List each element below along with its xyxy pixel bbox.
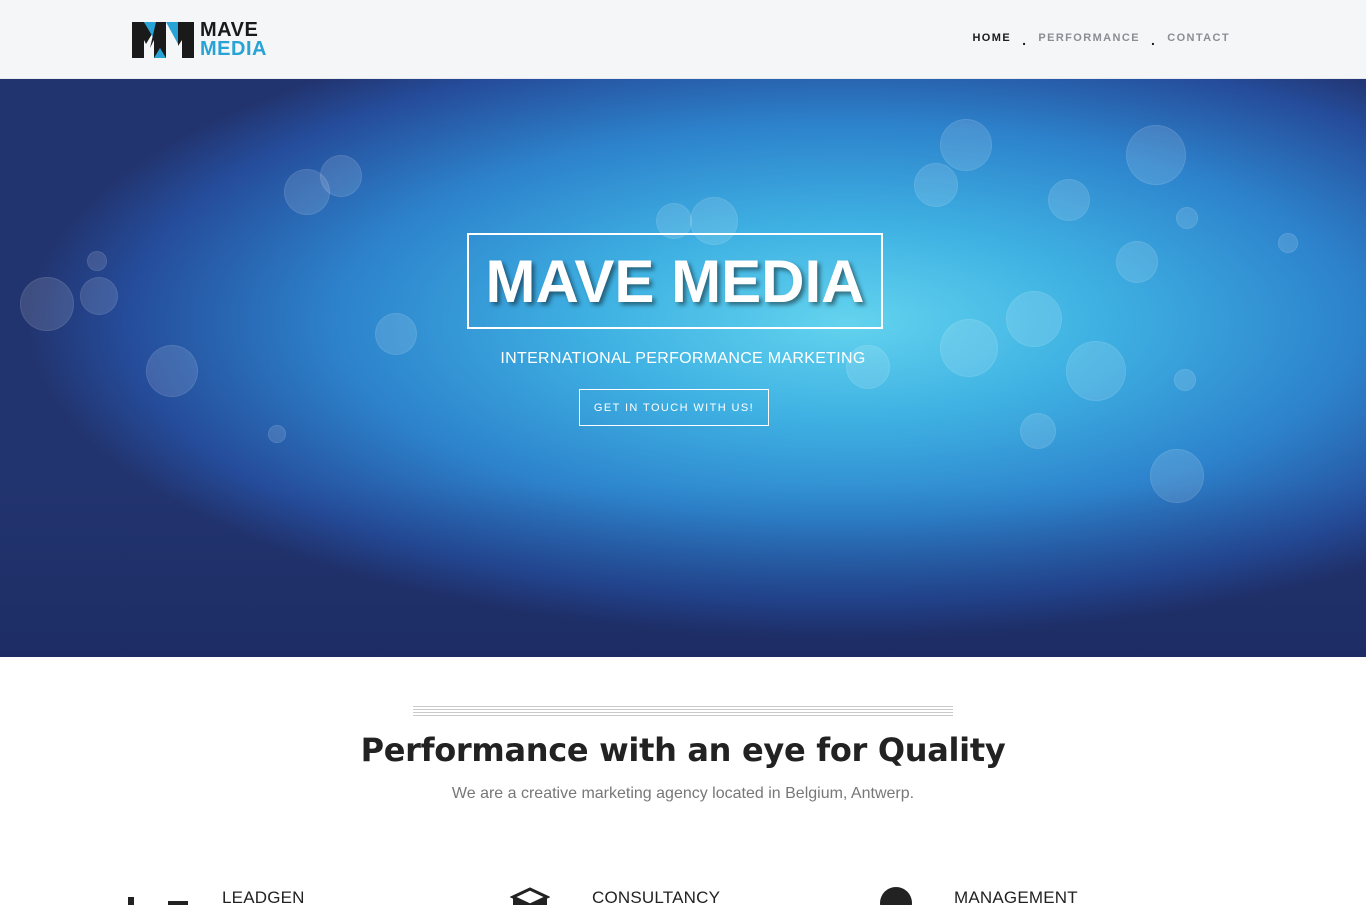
bokeh-decoration (1278, 233, 1298, 253)
chart-bars-icon (124, 885, 222, 905)
bokeh-decoration (914, 163, 958, 207)
circle-icon (878, 885, 954, 905)
site-header: MAVE MEDIA HOME . PERFORMANCE . CONTACT (0, 0, 1366, 79)
main-nav: HOME . PERFORMANCE . CONTACT (972, 31, 1230, 48)
logo[interactable]: MAVE MEDIA (132, 19, 272, 61)
bokeh-decoration (268, 425, 286, 443)
bokeh-decoration (940, 119, 992, 171)
bokeh-decoration (284, 169, 330, 215)
service-title: MANAGEMENT (954, 888, 1078, 905)
bokeh-decoration (375, 313, 417, 355)
nav-item-performance[interactable]: PERFORMANCE (1038, 32, 1140, 44)
service-management: MANAGEMENT (878, 885, 1078, 905)
section-title: Performance with an eye for Quality (360, 731, 1006, 769)
bokeh-decoration (1150, 449, 1204, 503)
bokeh-decoration (87, 251, 107, 271)
bokeh-decoration (1176, 207, 1198, 229)
logo-text-line2: MEDIA (200, 38, 267, 60)
bokeh-decoration (1020, 413, 1056, 449)
cube-icon (509, 885, 592, 905)
bokeh-decoration (80, 277, 118, 315)
bokeh-decoration (1006, 291, 1062, 347)
hero-title-box: MAVE MEDIA (467, 233, 883, 329)
bokeh-decoration (1174, 369, 1196, 391)
service-title: LEADGEN (222, 888, 305, 905)
get-in-touch-button[interactable]: GET IN TOUCH WITH US! (579, 389, 769, 426)
bokeh-decoration (1116, 241, 1158, 283)
service-consultancy: CONSULTANCY (509, 885, 721, 905)
nav-separator: . (1150, 31, 1157, 48)
bokeh-decoration (940, 319, 998, 377)
hero-title: MAVE MEDIA (485, 247, 865, 315)
bokeh-decoration (1126, 125, 1186, 185)
hero-banner: MAVE MEDIA INTERNATIONAL PERFORMANCE MAR… (0, 79, 1366, 657)
service-leadgen: LEADGEN (124, 885, 305, 905)
nav-item-home[interactable]: HOME (972, 32, 1011, 44)
nav-item-contact[interactable]: CONTACT (1167, 32, 1230, 44)
hero-subtitle: INTERNATIONAL PERFORMANCE MARKETING (500, 350, 866, 367)
bokeh-decoration (320, 155, 362, 197)
mave-media-logo-icon (132, 20, 196, 60)
section-subtitle: We are a creative marketing agency locat… (451, 785, 915, 802)
nav-separator: . (1022, 31, 1028, 48)
bokeh-decoration (20, 277, 74, 331)
section-divider (413, 706, 953, 716)
service-title: CONSULTANCY (592, 888, 721, 905)
bokeh-decoration (1048, 179, 1090, 221)
